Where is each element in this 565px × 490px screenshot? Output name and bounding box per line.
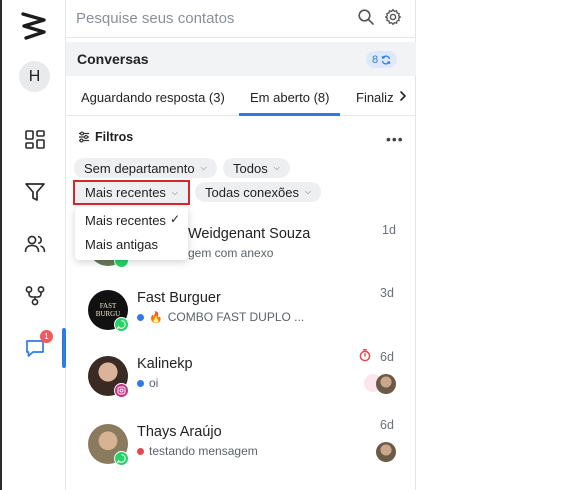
chevron-down-icon: ⌵ — [273, 163, 280, 172]
status-dot — [137, 313, 144, 321]
status-dot — [137, 447, 144, 455]
assignee-avatar — [376, 374, 396, 394]
department-filter-label: Sem departamento — [84, 160, 195, 176]
flow-icon[interactable] — [24, 285, 46, 307]
timer-icon — [359, 349, 371, 362]
connections-filter[interactable]: Todas conexões ⌵ — [195, 182, 322, 202]
contact-name: Thays Araújo — [137, 424, 222, 440]
filters-header[interactable]: Filtros — [78, 130, 133, 144]
owner-filter-label: Todos — [233, 160, 268, 176]
status-tabs: Aguardando resposta (3) Em aberto (8) Fi… — [66, 76, 416, 116]
whatsapp-icon — [114, 317, 129, 332]
sort-dropdown-menu: Mais recentes ✓ Mais antigas — [75, 207, 188, 260]
check-icon: ✓ — [170, 212, 181, 226]
dashboard-icon[interactable] — [24, 129, 46, 151]
more-options-icon[interactable]: ••• — [386, 131, 404, 147]
whatsapp-icon — [114, 451, 129, 466]
search-bar — [66, 0, 416, 38]
contact-row[interactable]: Kalinekp oi 6d — [66, 349, 416, 422]
last-message: gem com anexo — [188, 246, 274, 260]
funnel-icon[interactable] — [24, 181, 46, 203]
chevron-down-icon: ⌵ — [304, 187, 312, 196]
filters-label: Filtros — [95, 130, 134, 144]
left-rail: H 1 — [0, 0, 66, 490]
message-time: 6d — [380, 418, 394, 432]
message-time: 3d — [380, 286, 394, 300]
refresh-icon — [381, 55, 391, 64]
status-dot — [137, 379, 144, 387]
contacts-icon[interactable] — [24, 233, 46, 255]
last-message: testando mensagem — [137, 444, 258, 458]
active-tab-underline — [239, 113, 340, 116]
sort-option-newest[interactable]: Mais recentes — [85, 213, 166, 228]
tab-open[interactable]: Em aberto (8) — [250, 90, 329, 105]
search-input[interactable] — [76, 6, 346, 30]
gear-icon[interactable] — [384, 8, 402, 26]
conversation-count: 8 — [372, 53, 379, 66]
message-time: 1d — [382, 223, 396, 237]
chevron-down-icon: ⌵ — [200, 163, 207, 172]
tab-finished[interactable]: Finaliz — [356, 90, 394, 105]
contact-row[interactable]: FAST BURGU Fast Burguer 🔥 COMBO FAST DUP… — [66, 286, 416, 356]
sort-filter[interactable]: Mais recentes ⌵ — [73, 180, 190, 205]
last-message: oi — [137, 376, 158, 390]
conversations-title: Conversas — [77, 51, 149, 67]
sort-filter-label: Mais recentes — [85, 185, 166, 200]
instagram-icon — [114, 383, 129, 398]
chevron-down-icon: ⌵ — [171, 187, 178, 197]
app-logo-icon[interactable] — [20, 10, 48, 40]
chevron-right-icon[interactable] — [396, 88, 410, 104]
fire-emoji-icon: 🔥 — [149, 311, 163, 324]
message-time: 6d — [380, 350, 394, 364]
user-avatar[interactable]: H — [19, 61, 50, 92]
connections-filter-label: Todas conexões — [205, 184, 299, 200]
contact-name: Kalinekp — [137, 356, 193, 372]
conversations-panel: Conversas 8 Aguardando resposta (3) Em a… — [66, 0, 416, 490]
search-icon[interactable] — [357, 8, 375, 26]
assignee-avatar — [376, 442, 396, 462]
contact-row[interactable]: Thays Araújo testando mensagem 6d — [66, 418, 416, 490]
sliders-icon — [79, 131, 89, 143]
last-message: 🔥 COMBO FAST DUPLO ... — [137, 310, 304, 324]
contact-name: Fast Burguer — [137, 290, 221, 306]
tab-awaiting-response[interactable]: Aguardando resposta (3) — [81, 90, 225, 105]
conversation-count-badge[interactable]: 8 — [366, 51, 398, 68]
unread-badge: 1 — [40, 330, 53, 343]
conversations-header: Conversas 8 — [66, 42, 416, 76]
contact-name: Weidgenant Souza — [188, 226, 311, 242]
department-filter[interactable]: Sem departamento ⌵ — [74, 158, 217, 178]
owner-filter[interactable]: Todos ⌵ — [223, 158, 290, 178]
sort-option-oldest[interactable]: Mais antigas — [85, 237, 158, 252]
